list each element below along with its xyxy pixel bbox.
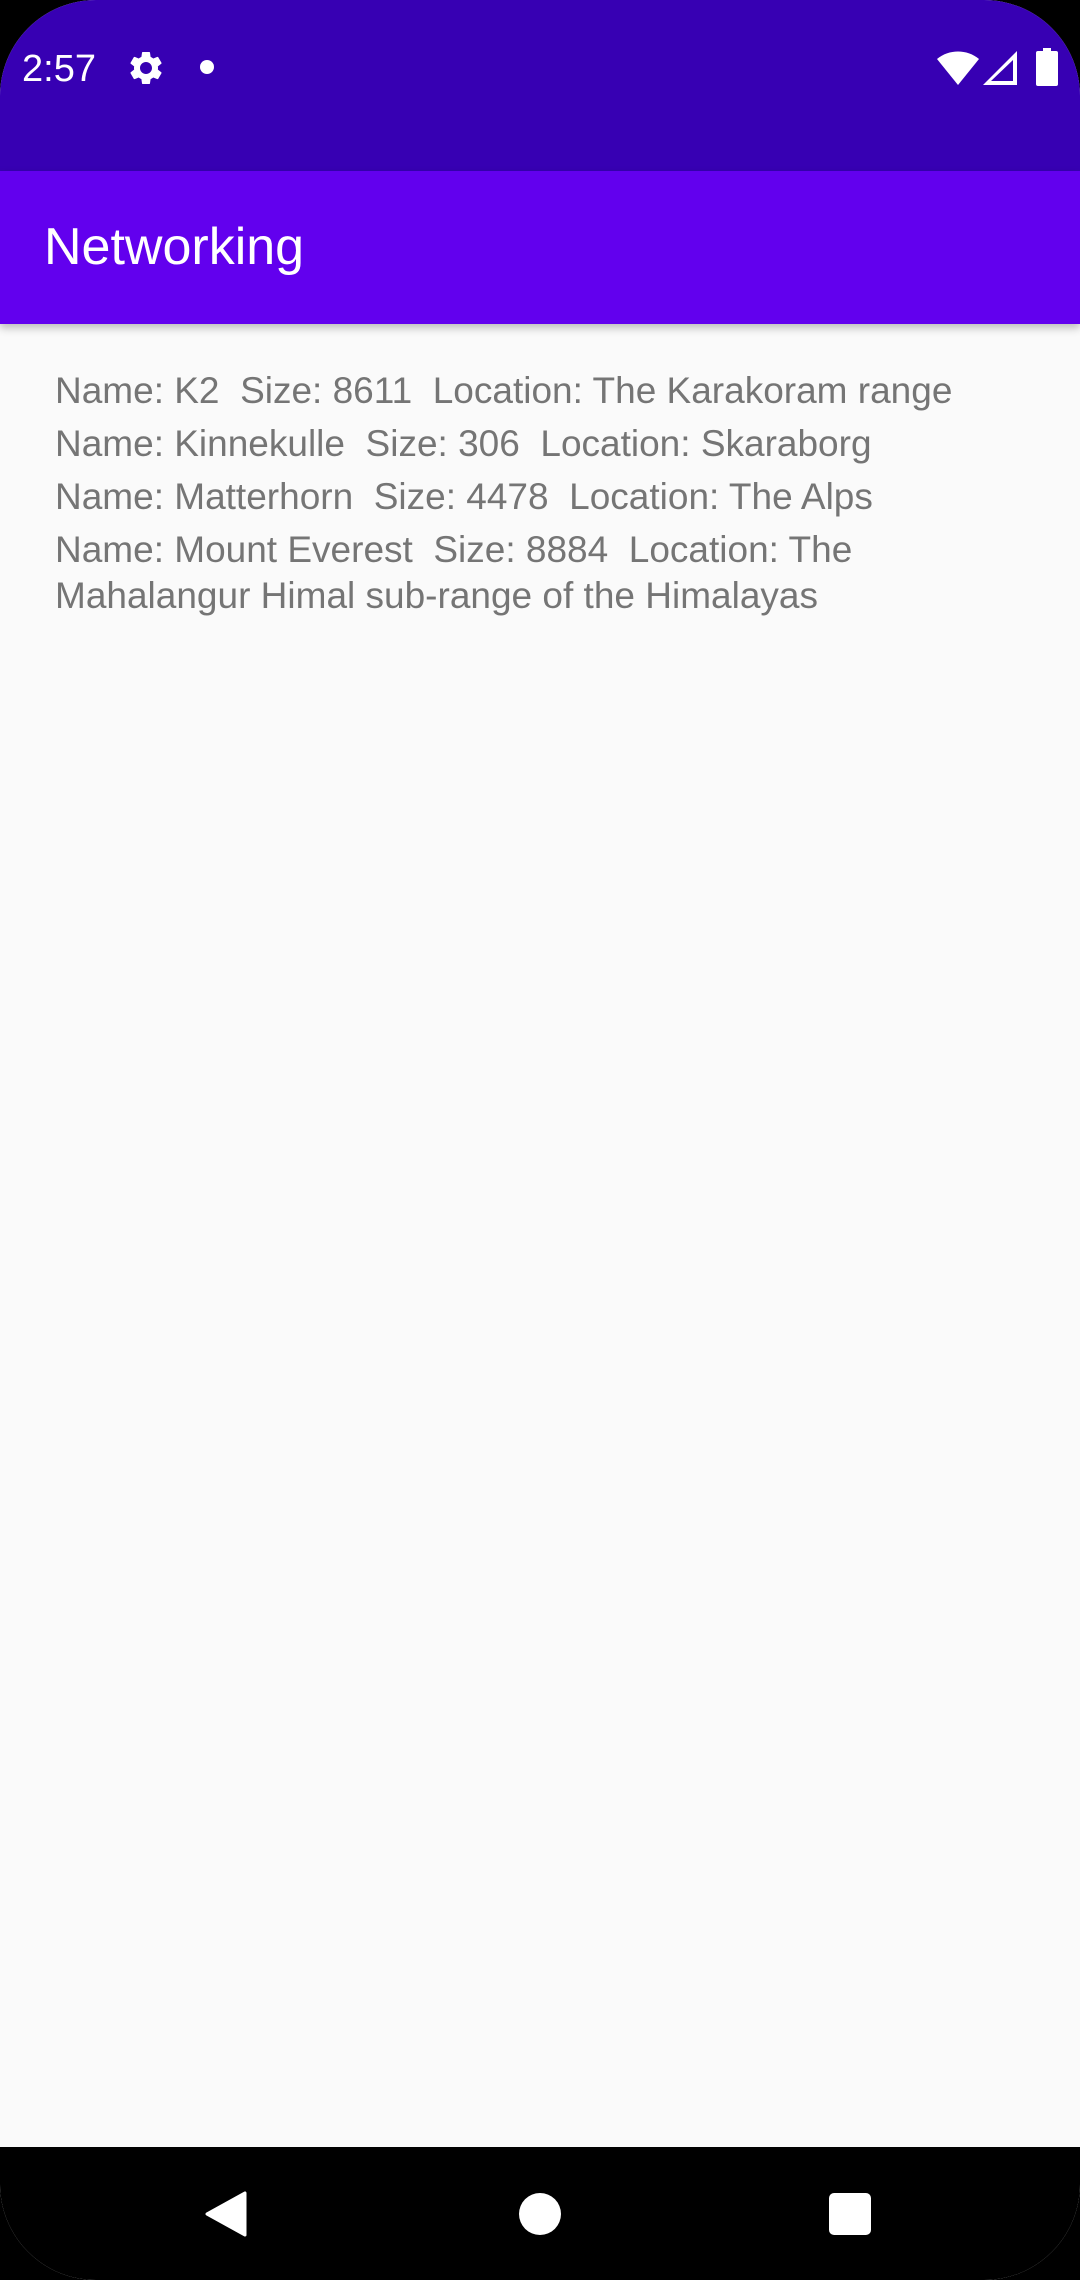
wifi-icon [936,50,980,86]
gear-icon [126,48,166,88]
status-time: 2:57 [22,48,96,90]
list-item: Name: Kinnekulle Size: 306 Location: Ska… [55,423,872,464]
back-icon[interactable] [203,2191,247,2237]
status-bar: 2:57 [0,0,1080,171]
app-title: Networking [44,218,305,276]
battery-icon [1036,48,1058,86]
navigation-bar [0,2147,1080,2280]
notification-dot-icon [200,60,214,74]
list-item: Name: Mount Everest Size: 8884 Location:… [55,529,863,616]
mountain-list: Name: K2 Size: 8611 Location: The Karako… [55,368,1015,626]
home-icon[interactable] [519,2193,561,2235]
recents-icon[interactable] [829,2193,871,2235]
list-item: Name: Matterhorn Size: 4478 Location: Th… [55,476,873,517]
cell-signal-icon [982,50,1018,86]
app-bar: Networking [0,171,1080,324]
screen: 2:57 Networking Name: K2 Size: 8611 Loca… [0,0,1080,2280]
list-item: Name: K2 Size: 8611 Location: The Karako… [55,370,953,411]
